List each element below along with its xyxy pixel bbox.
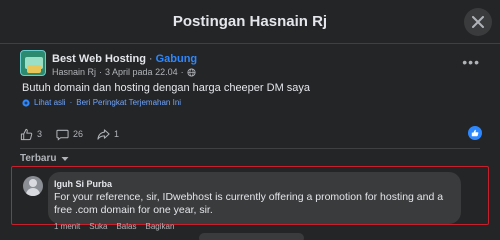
comment-icon xyxy=(56,129,69,141)
comment-button[interactable]: 26 xyxy=(56,128,83,141)
dialog-header: Postingan Hasnain Rj xyxy=(0,0,500,44)
close-icon xyxy=(472,16,484,28)
comment-author-link[interactable]: Iguh Si Purba xyxy=(54,179,112,189)
more-options-button[interactable]: ••• xyxy=(462,54,480,70)
dialog-title: Postingan Hasnain Rj xyxy=(172,13,328,30)
post-text: Butuh domain dan hosting dengan harga ch… xyxy=(22,82,311,94)
share-icon xyxy=(97,128,110,140)
comment-reply-button[interactable]: Balas xyxy=(116,222,136,231)
join-group-link[interactable]: Gabung xyxy=(156,53,198,65)
separator: · xyxy=(148,53,153,65)
meta-separator: · xyxy=(180,67,184,77)
rate-translation-link[interactable]: Beri Peringkat Terjemahan Ini xyxy=(76,98,181,107)
post-meta: Hasnain Rj · 3 April pada 22.04 · xyxy=(52,67,196,77)
post-header-line: Best Web Hosting · Gabung xyxy=(52,53,197,65)
post-date-link[interactable]: 3 April pada 22.04 xyxy=(105,67,178,77)
divider xyxy=(20,148,480,149)
see-original-link[interactable]: Lihat asli xyxy=(34,98,66,107)
share-count: 1 xyxy=(114,129,120,139)
like-count: 3 xyxy=(37,129,43,139)
author-link[interactable]: Hasnain Rj xyxy=(52,67,96,77)
meta-separator: · xyxy=(99,67,103,77)
comment-text: For your reference, sir, IDwebhost is cu… xyxy=(54,191,444,216)
translate-icon xyxy=(22,98,30,107)
translation-links: Lihat asli · Beri Peringkat Terjemahan I… xyxy=(22,98,181,107)
comment-count: 26 xyxy=(73,129,84,139)
page-name-link[interactable]: Best Web Hosting xyxy=(52,53,146,65)
avatar[interactable] xyxy=(23,176,43,196)
sort-label: Terbaru xyxy=(20,153,57,164)
comment-like-button[interactable]: Suka xyxy=(89,222,107,231)
globe-icon xyxy=(187,67,196,77)
comment-actions: 1 menit Suka Balas Bagikan xyxy=(54,222,174,231)
next-comment-bubble xyxy=(199,233,304,240)
page-avatar[interactable] xyxy=(20,50,46,76)
comment-share-button[interactable]: Bagikan xyxy=(145,222,174,231)
like-reaction-badge[interactable] xyxy=(468,126,482,140)
close-button[interactable] xyxy=(464,8,492,36)
comment-sort-dropdown[interactable]: Terbaru xyxy=(20,153,69,164)
comment-time[interactable]: 1 menit xyxy=(54,222,80,231)
post-stats: 3 26 1 xyxy=(20,126,133,142)
share-button[interactable]: 1 xyxy=(97,128,119,141)
translate-separator: · xyxy=(69,98,73,107)
like-reaction-icon xyxy=(471,129,479,137)
more-dots-icon: ••• xyxy=(462,54,480,70)
like-button[interactable]: 3 xyxy=(20,128,42,141)
caret-down-icon xyxy=(61,156,68,161)
thumbs-up-icon xyxy=(20,128,33,140)
